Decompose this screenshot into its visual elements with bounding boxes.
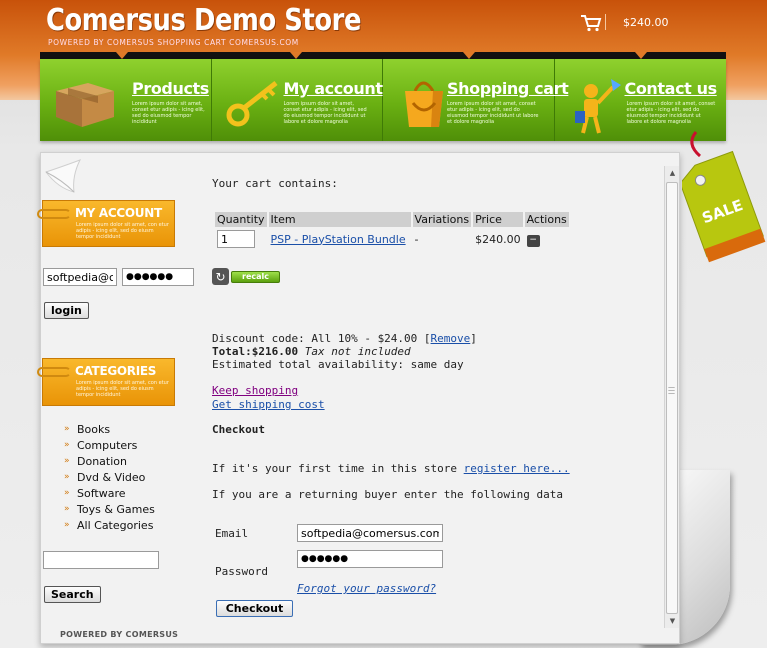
first-time-line: If it's your first time in this store re… (212, 462, 570, 475)
login-button[interactable]: login (44, 302, 89, 319)
shopping-cart-icon[interactable] (580, 14, 602, 32)
checkout-title: Checkout (212, 423, 265, 436)
header-divider (605, 14, 606, 30)
returning-buyer-text: If you are a returning buyer enter the f… (212, 488, 563, 501)
chevron-right-icon: » (64, 456, 70, 466)
powered-by-footer: POWERED BY COMERSUS (60, 630, 179, 639)
key-icon (226, 81, 278, 127)
email-label: Email (215, 527, 249, 540)
col-item: Item (268, 212, 411, 227)
paperclip-icon (37, 209, 71, 219)
availability-text: Estimated total availability: same day (212, 358, 464, 371)
cart-table-header: Quantity Item Variations Price Actions (215, 212, 569, 227)
register-link[interactable]: register here... (464, 462, 570, 475)
nav-notch (634, 52, 647, 59)
remove-discount-link[interactable]: Remove (431, 332, 471, 345)
password-label: Password (215, 565, 268, 578)
scroll-up-icon[interactable]: ▲ (665, 166, 680, 180)
category-item[interactable]: » Toys & Games (64, 501, 155, 517)
search-button[interactable]: Search (44, 586, 101, 603)
sidebar-email-input[interactable] (43, 268, 117, 286)
category-item[interactable]: » Computers (64, 437, 155, 453)
my-account-box-label: MY ACCOUNT (75, 206, 162, 220)
category-item[interactable]: » Donation (64, 453, 155, 469)
chevron-right-icon: » (64, 504, 70, 514)
paperclip-icon (37, 367, 71, 377)
chevron-right-icon: » (64, 520, 70, 530)
package-icon (56, 83, 114, 127)
cart-heading: Your cart contains: (212, 177, 338, 190)
col-quantity: Quantity (215, 212, 267, 227)
nav-notch (463, 52, 475, 59)
categories-box-label: CATEGORIES (75, 364, 157, 378)
nav-notch (289, 52, 302, 59)
keep-shopping-link[interactable]: Keep shopping (212, 384, 298, 397)
paper-corner-icon (45, 159, 82, 193)
scroll-down-icon[interactable]: ▼ (665, 614, 680, 628)
col-price: Price (473, 212, 523, 227)
remove-item-icon[interactable]: − (526, 234, 540, 247)
cart-total: Total:$216.00 (212, 345, 299, 358)
categories-box-desc: Lorem ipsum dolor sit amet, con etur adi… (76, 380, 169, 398)
nav-my-account-label[interactable]: My account (284, 79, 384, 98)
nav-shopping-cart-label[interactable]: Shopping cart (447, 79, 569, 98)
col-actions: Actions (524, 212, 569, 227)
nav-shopping-cart-desc: Lorem ipsum dolor sit amet, conset etur … (447, 101, 539, 125)
nav-contact-us-desc: Lorem ipsum dolor sit amet, conset etur … (626, 101, 716, 125)
cell-actions: − (525, 229, 569, 249)
nav-my-account[interactable]: My account Lorem ipsum dolor sit amet, c… (212, 52, 384, 141)
total-line: Total:$216.00 Tax not included (212, 345, 411, 358)
recalc-label: recalc (231, 270, 280, 283)
nav-top-strip (40, 52, 726, 59)
header-cart-total[interactable]: $240.00 (623, 16, 669, 29)
my-account-box-desc: Lorem ipsum dolor sit amet, con etur adi… (76, 222, 169, 240)
category-item[interactable]: » Software (64, 485, 155, 501)
main-nav: Products Lorem ipsum dolor sit amet, con… (40, 52, 727, 141)
recalc-button[interactable]: ↻ recalc (212, 268, 280, 285)
nav-products-label[interactable]: Products (132, 79, 209, 98)
store-title[interactable]: Comersus Demo Store (46, 3, 361, 38)
category-item[interactable]: » Dvd & Video (64, 469, 155, 485)
categories-box: CATEGORIES Lorem ipsum dolor sit amet, c… (37, 358, 175, 406)
nav-notch (116, 52, 128, 59)
sidebar-password-input[interactable] (122, 268, 194, 286)
cell-item: PSP - PlayStation Bundle (269, 229, 411, 249)
cell-quantity (215, 229, 267, 249)
store-subtitle: POWERED BY COMERSUS SHOPPING CART COMERS… (48, 38, 299, 47)
shipping-cost-link[interactable]: Get shipping cost (212, 398, 325, 411)
chevron-right-icon: » (64, 472, 70, 482)
nav-contact-us-label[interactable]: Contact us (625, 79, 718, 98)
category-item[interactable]: » Books (64, 421, 155, 437)
cart-table: Quantity Item Variations Price Actions P… (213, 210, 571, 251)
checkout-email-input[interactable] (297, 524, 443, 542)
checkout-password-input[interactable] (297, 550, 443, 568)
scroll-grip-icon: — — — (668, 383, 675, 397)
scrollbar-thumb[interactable] (666, 182, 678, 614)
discount-line: Discount code: All 10% - $24.00 [Remove] (212, 332, 477, 345)
scrollbar[interactable]: ▲ — — — ▼ (664, 166, 679, 628)
refresh-icon: ↻ (212, 268, 229, 285)
tax-note: Tax not included (304, 345, 411, 358)
quantity-input[interactable] (217, 230, 255, 248)
nav-products-desc: Lorem ipsum dolor sit amet, conset etur … (132, 101, 205, 125)
cart-item-link[interactable]: PSP - PlayStation Bundle (271, 233, 406, 246)
chevron-right-icon: » (64, 424, 70, 434)
nav-contact-us[interactable]: Contact us Lorem ipsum dolor sit amet, c… (555, 52, 727, 141)
nav-my-account-desc: Lorem ipsum dolor sit amet, conset etur … (283, 101, 367, 125)
cell-variations: - (414, 232, 419, 246)
category-item[interactable]: » All Categories (64, 517, 155, 533)
my-account-box[interactable]: MY ACCOUNT Lorem ipsum dolor sit amet, c… (37, 200, 175, 247)
table-row: PSP - PlayStation Bundle - $240.00 − (215, 229, 569, 249)
search-input[interactable] (43, 551, 159, 569)
chevron-right-icon: » (64, 440, 70, 450)
nav-shopping-cart[interactable]: Shopping cart Lorem ipsum dolor sit amet… (383, 52, 569, 141)
col-variations: Variations (412, 212, 472, 227)
cell-price: $240.00 (475, 232, 521, 246)
forgot-password-link[interactable]: Forgot your password? (297, 582, 436, 595)
checkout-button[interactable]: Checkout (216, 600, 293, 617)
chevron-right-icon: » (64, 488, 70, 498)
nav-products[interactable]: Products Lorem ipsum dolor sit amet, con… (40, 52, 212, 141)
category-list: » Books » Computers » Donation » Dvd & Video… (64, 421, 155, 533)
sale-tag-icon[interactable]: SALE (682, 130, 766, 266)
